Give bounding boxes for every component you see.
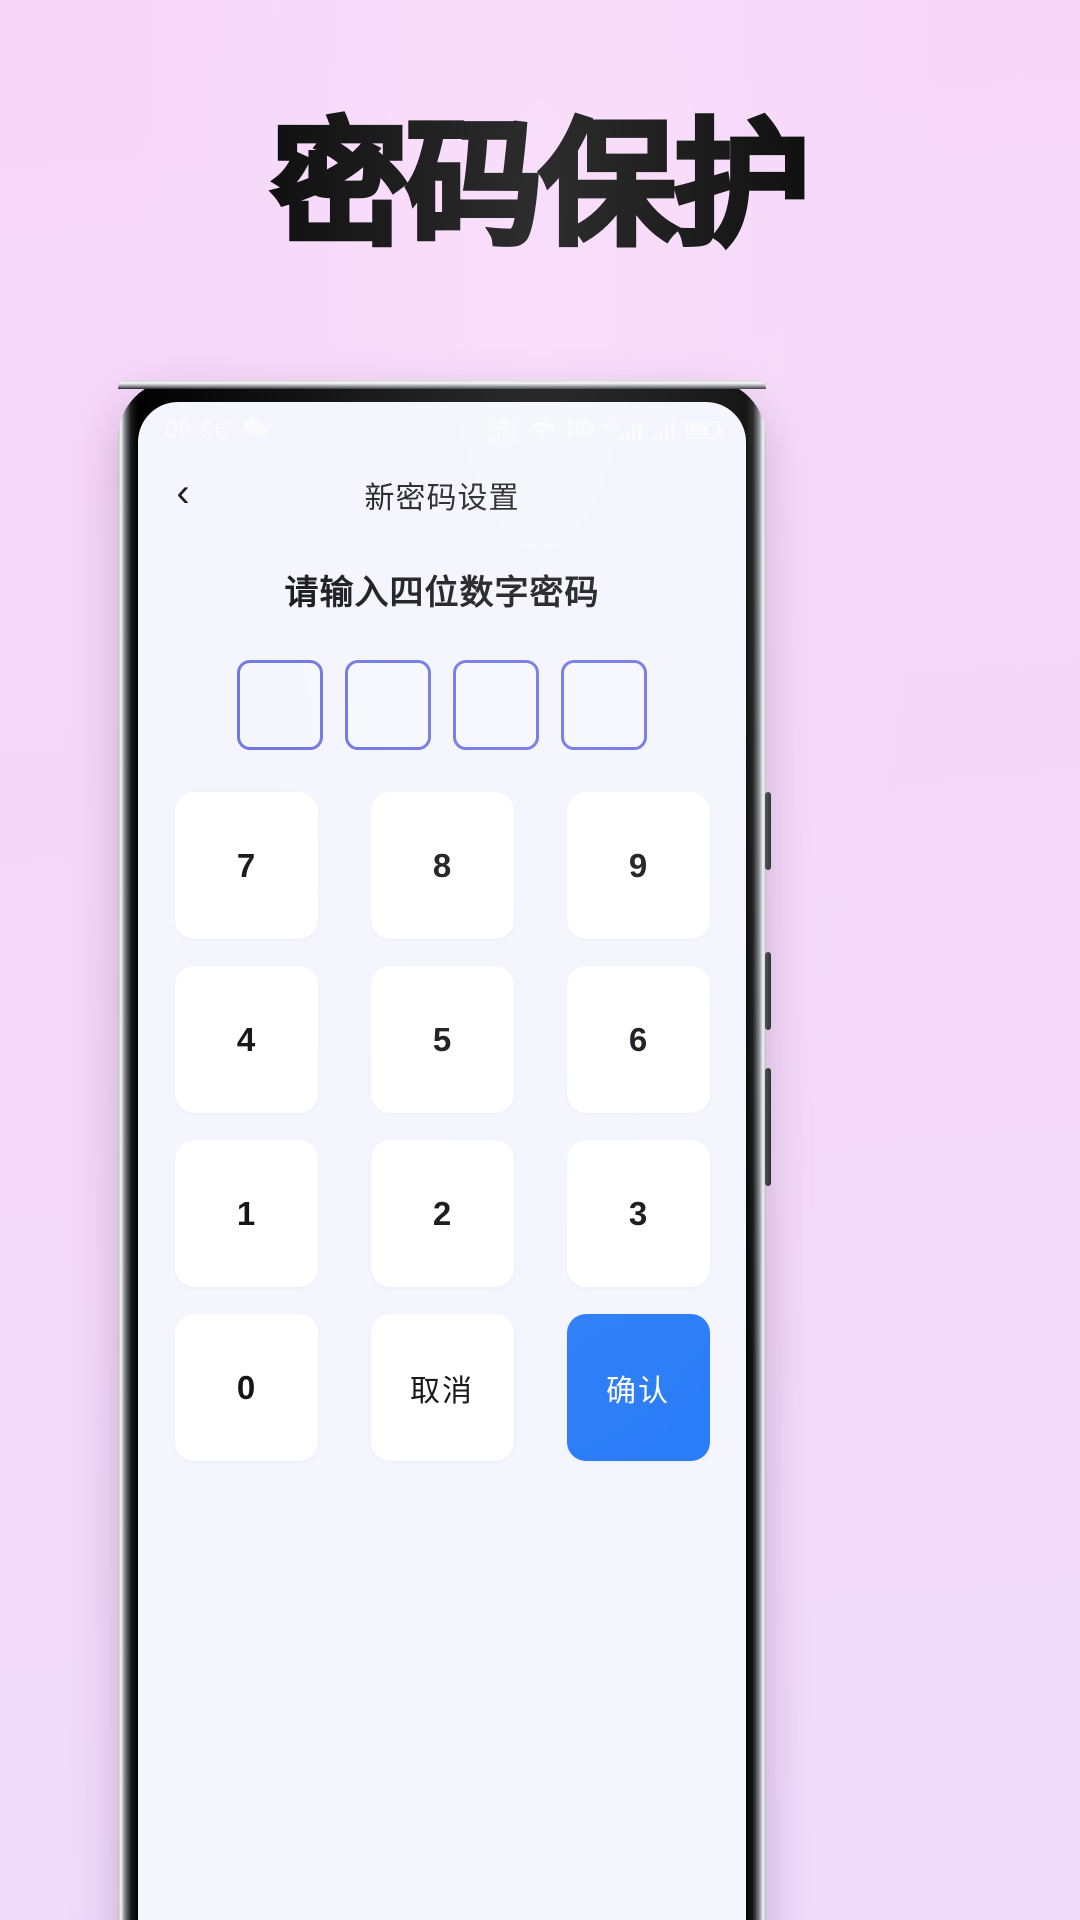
page-title: 密码保护 (270, 107, 813, 265)
volume-up-button[interactable] (765, 792, 771, 870)
cancel-button[interactable]: 取消 (370, 1314, 514, 1461)
app-header: ‹ 新密码设置 (138, 458, 746, 532)
volume-down-button[interactable] (765, 952, 771, 1030)
pin-digit-box[interactable] (345, 660, 431, 750)
prompt-text: 请输入四位数字密码 (284, 574, 600, 612)
pin-digit-box[interactable] (237, 660, 323, 750)
power-button[interactable] (765, 1068, 771, 1186)
pin-digit-box[interactable] (453, 660, 539, 750)
header-title: 新密码设置 (364, 482, 520, 515)
key-6[interactable]: 6 (566, 966, 710, 1113)
pin-input-row (138, 660, 746, 750)
status-time: 09:56 (164, 415, 230, 444)
signal-sim1-icon: 4G (603, 420, 642, 440)
network-speed-indicator: 0.57 KB/S (486, 416, 519, 445)
key-9[interactable]: 9 (566, 792, 710, 939)
network-speed-value: 0.57 (486, 414, 520, 434)
phone-screen: 09:56 0.57 KB/S HD 4G ‹ 新密码设置 请输入四位数字密码 … (138, 402, 746, 1920)
key-1[interactable]: 1 (174, 1140, 318, 1287)
status-bar-left: 09:56 (164, 416, 269, 445)
phone-device-frame: 09:56 0.57 KB/S HD 4G ‹ 新密码设置 请输入四位数字密码 … (118, 380, 771, 1920)
status-bar: 09:56 0.57 KB/S HD 4G (138, 402, 746, 458)
key-7[interactable]: 7 (174, 792, 318, 939)
poster-canvas: 密码保护 09:56 0.57 KB/S HD 4G ‹ 新密码设置 请输入四位… (0, 0, 1080, 1920)
signal-sim2-icon (653, 420, 675, 440)
chevron-left-icon: ‹ (176, 471, 190, 515)
network-speed-unit: KB/S (489, 432, 516, 445)
confirm-button[interactable]: 确认 (566, 1314, 710, 1461)
key-5[interactable]: 5 (370, 966, 514, 1113)
pin-digit-box[interactable] (561, 660, 647, 750)
key-8[interactable]: 8 (370, 792, 514, 939)
key-4[interactable]: 4 (174, 966, 318, 1113)
sim1-label: 4G (603, 420, 617, 432)
key-3[interactable]: 3 (566, 1140, 710, 1287)
back-button[interactable]: ‹ (156, 468, 210, 522)
wechat-icon (243, 417, 269, 443)
volte-hd-icon: HD (567, 419, 593, 440)
key-0[interactable]: 0 (174, 1314, 318, 1461)
numeric-keypad: 7 8 9 4 5 6 1 2 3 0 取消 确认 (148, 792, 736, 1461)
key-2[interactable]: 2 (370, 1140, 514, 1287)
status-bar-right: 0.57 KB/S HD 4G (486, 416, 723, 445)
battery-icon (686, 421, 723, 439)
wifi-icon (530, 418, 556, 442)
